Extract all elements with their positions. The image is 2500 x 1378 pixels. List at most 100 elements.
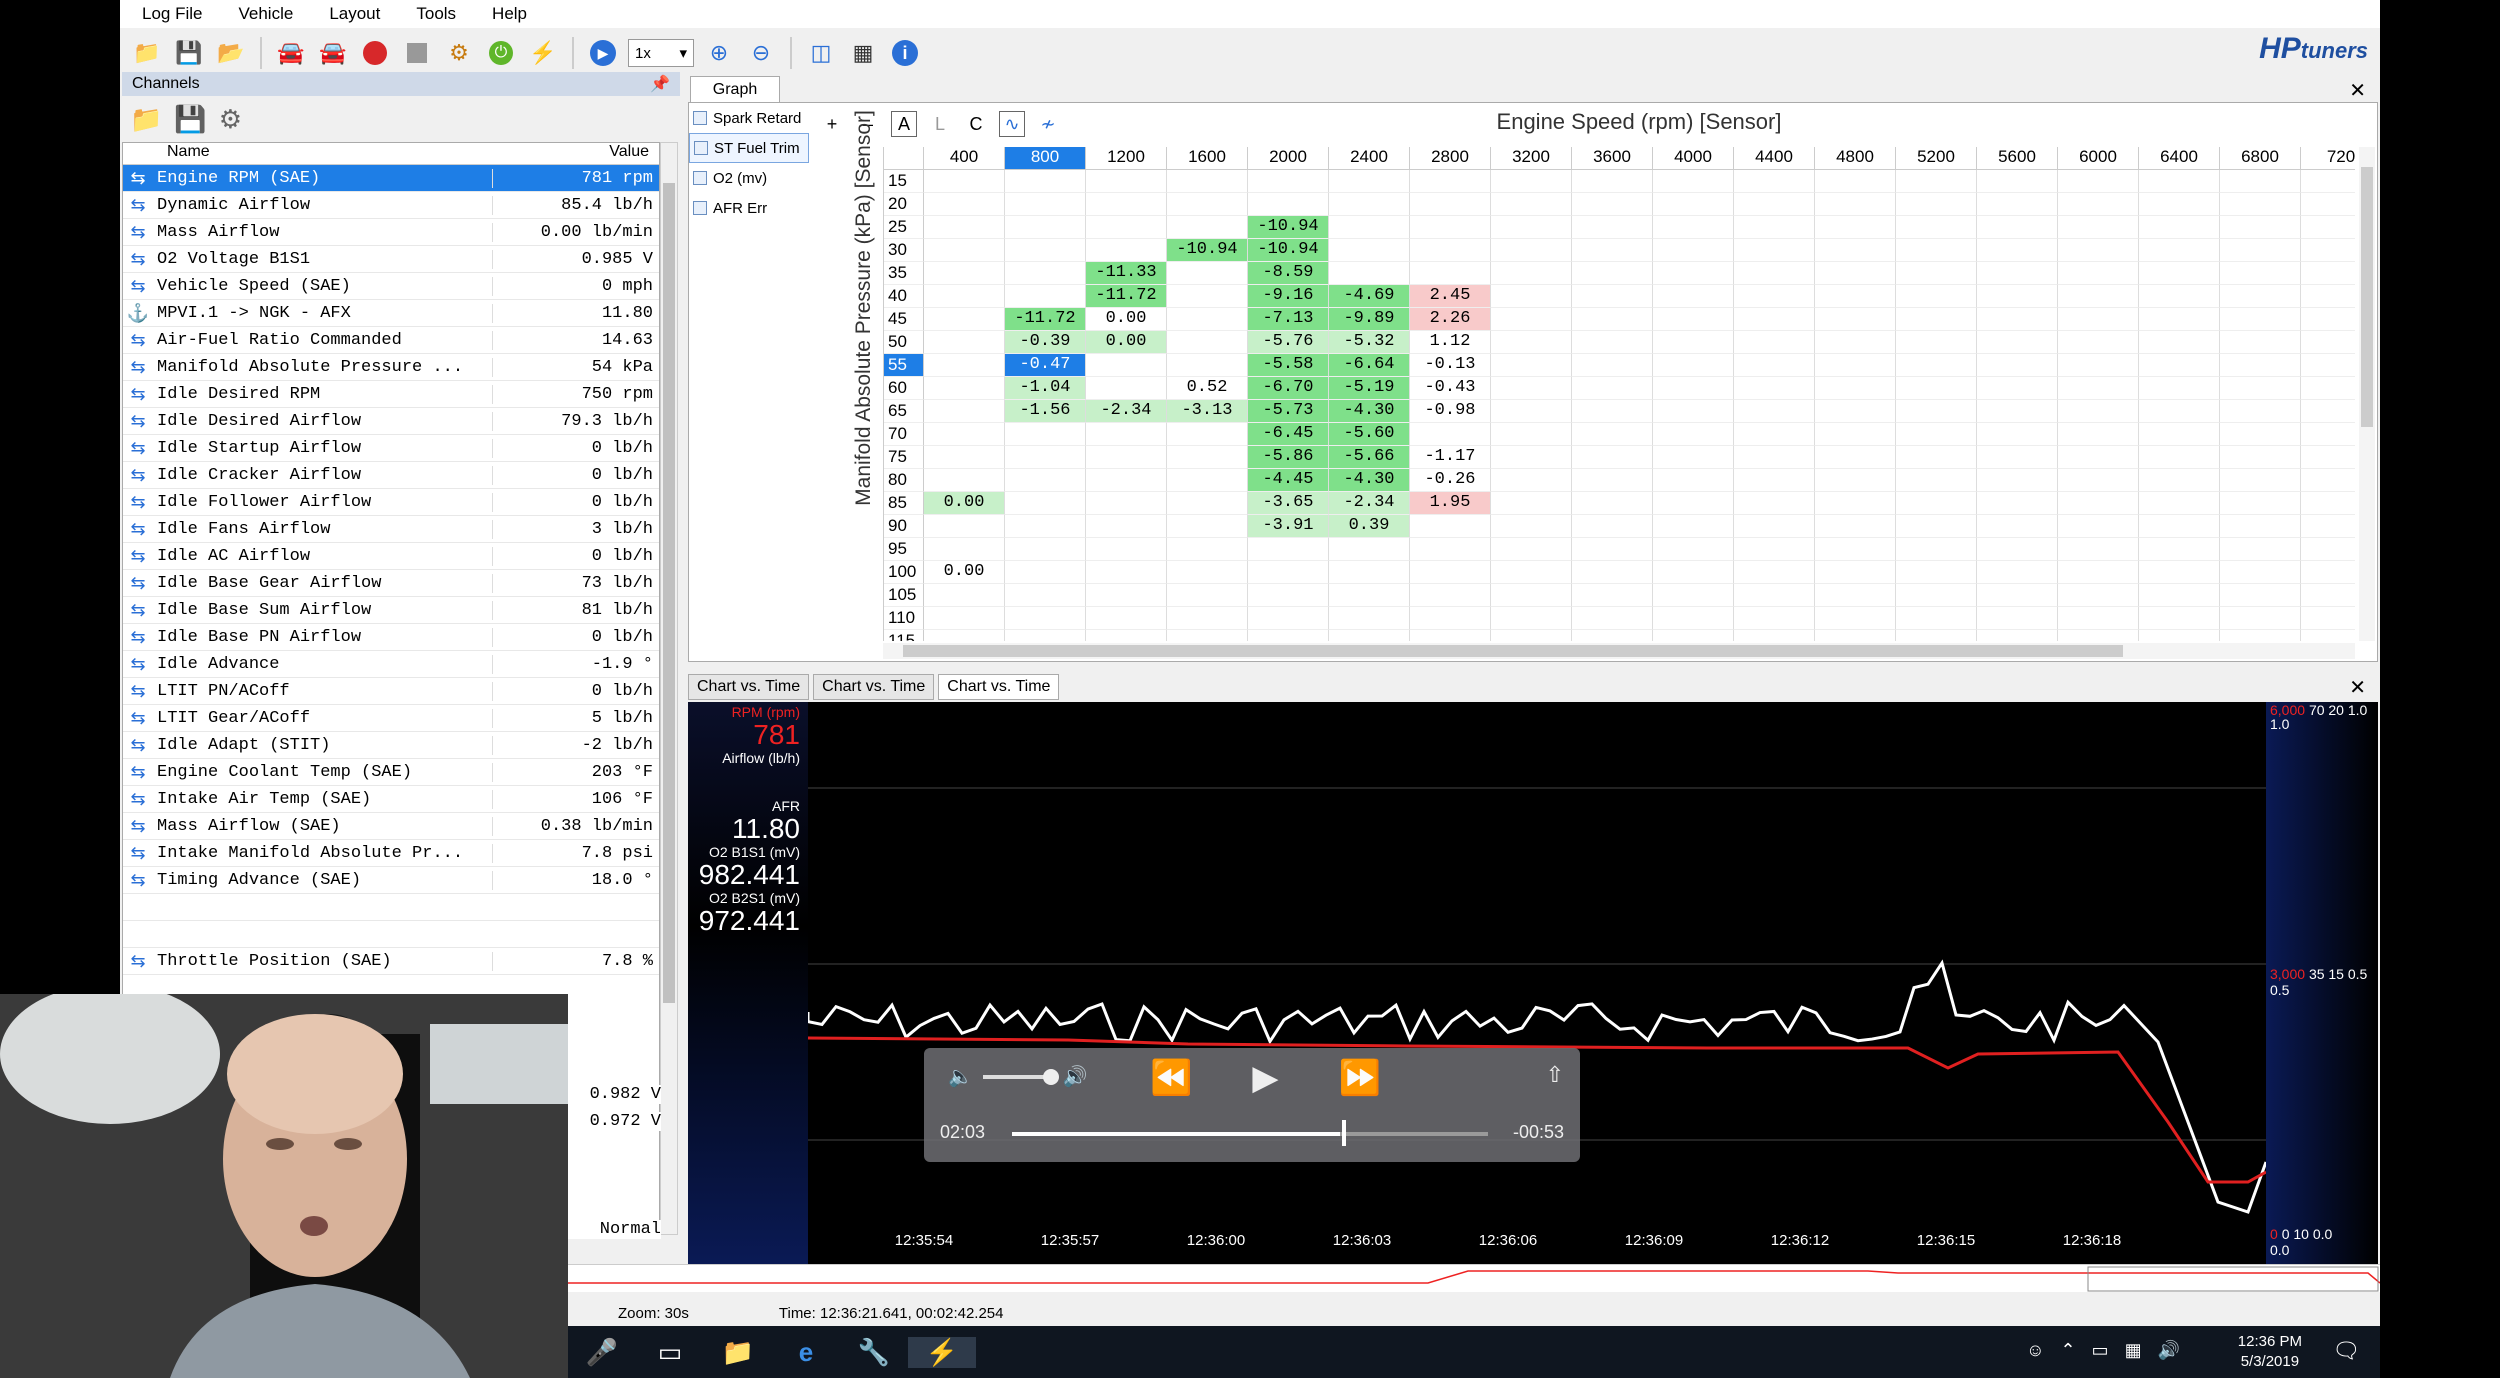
grid-cell[interactable]: -5.66 — [1329, 446, 1410, 469]
grid-cell[interactable] — [1653, 354, 1734, 377]
grid-cell[interactable] — [1491, 216, 1572, 239]
grid-cell[interactable] — [2301, 285, 2355, 308]
grid-cell[interactable] — [1653, 630, 1734, 641]
grid-cell[interactable] — [1410, 561, 1491, 584]
grid-cell[interactable] — [1329, 216, 1410, 239]
grid-cell[interactable] — [1815, 262, 1896, 285]
grid-row-label[interactable]: 40 — [884, 285, 924, 308]
grid-cell[interactable] — [2301, 538, 2355, 561]
grid-cell[interactable] — [924, 446, 1005, 469]
channel-row[interactable]: ⇆ Idle Base Gear Airflow 73 lb/h — [123, 570, 659, 597]
grid-column-label[interactable]: 5600 — [1977, 147, 2058, 169]
grid-cell[interactable] — [1491, 285, 1572, 308]
volume-icon[interactable]: 🔊 — [2158, 1340, 2180, 1361]
grid-cell[interactable] — [2139, 193, 2220, 216]
grid-cell[interactable] — [1005, 492, 1086, 515]
grid-cell[interactable] — [924, 308, 1005, 331]
channel-row[interactable]: ⇆ Idle Advance -1.9 ° — [123, 651, 659, 678]
grid-cell[interactable] — [1572, 193, 1653, 216]
grid-cell[interactable] — [1815, 492, 1896, 515]
grid-column-label[interactable]: 800 — [1005, 147, 1086, 169]
channel-row[interactable]: ⇆ Mass Airflow 0.00 lb/min — [123, 219, 659, 246]
channel-row[interactable]: ⇆ Timing Advance (SAE) 18.0 ° — [123, 867, 659, 894]
grid-cell[interactable] — [1005, 538, 1086, 561]
grid-cell[interactable]: -3.65 — [1248, 492, 1329, 515]
grid-cell[interactable] — [924, 607, 1005, 630]
grid-cell[interactable]: -5.76 — [1248, 331, 1329, 354]
grid-cell[interactable] — [2220, 193, 2301, 216]
channel-row[interactable]: ⇆ Air-Fuel Ratio Commanded 14.63 — [123, 327, 659, 354]
grid-cell[interactable] — [1572, 446, 1653, 469]
grid-cell[interactable] — [1815, 630, 1896, 641]
grid-cell[interactable] — [1815, 515, 1896, 538]
grid-column-label[interactable]: 2000 — [1248, 147, 1329, 169]
grid-cell[interactable]: -11.72 — [1086, 285, 1167, 308]
grid-cell[interactable]: -0.47 — [1005, 354, 1086, 377]
grid-cell[interactable] — [2058, 239, 2139, 262]
grid-cell[interactable] — [1086, 193, 1167, 216]
grid-cell[interactable] — [1086, 354, 1167, 377]
channel-row[interactable]: ⇆ LTIT Gear/ACoff 5 lb/h — [123, 705, 659, 732]
grid-cell[interactable] — [2301, 400, 2355, 423]
grid-cell[interactable] — [1653, 561, 1734, 584]
grid-cell[interactable] — [2220, 561, 2301, 584]
grid-cell[interactable] — [1977, 285, 2058, 308]
volume-knob[interactable] — [1042, 1068, 1059, 1085]
grid-cell[interactable]: 0.52 — [1167, 377, 1248, 400]
channel-row[interactable]: ⇆ Idle Cracker Airflow 0 lb/h — [123, 462, 659, 489]
grid-cell[interactable] — [1491, 262, 1572, 285]
grid-cell[interactable] — [1005, 446, 1086, 469]
grid-cell[interactable] — [1086, 561, 1167, 584]
vehicle-disconnected-icon[interactable]: 🚘 — [274, 36, 308, 70]
grid-cell[interactable] — [2220, 469, 2301, 492]
grid-cell[interactable] — [1167, 469, 1248, 492]
grid-cell[interactable] — [1410, 239, 1491, 262]
grid-cell[interactable] — [2301, 216, 2355, 239]
grid-cell[interactable] — [1653, 469, 1734, 492]
grid-cell[interactable] — [2220, 216, 2301, 239]
grid-cell[interactable]: -3.91 — [1248, 515, 1329, 538]
grid-row-label[interactable]: 50 — [884, 331, 924, 354]
grid-cell[interactable] — [2058, 285, 2139, 308]
grid-cell[interactable] — [1410, 630, 1491, 641]
grid-cell[interactable] — [2220, 239, 2301, 262]
grid-cell[interactable] — [1653, 584, 1734, 607]
grid-cell[interactable] — [2139, 377, 2220, 400]
grid-cell[interactable] — [2139, 262, 2220, 285]
channel-row[interactable]: ⇆ Engine RPM (SAE) 781 rpm — [123, 165, 659, 192]
grid-cell[interactable] — [1977, 538, 2058, 561]
grid-cell[interactable] — [1491, 354, 1572, 377]
grid-cell[interactable] — [1086, 538, 1167, 561]
grid-cell[interactable] — [924, 285, 1005, 308]
grid-cell[interactable] — [2139, 584, 2220, 607]
mode-a-button[interactable]: A — [891, 111, 917, 137]
grid-cell[interactable] — [1167, 492, 1248, 515]
grid-cell[interactable] — [2139, 538, 2220, 561]
grid-cell[interactable]: -2.34 — [1086, 400, 1167, 423]
grid-cell[interactable] — [1491, 561, 1572, 584]
grid-cell[interactable] — [1167, 538, 1248, 561]
grid-cell[interactable] — [1896, 538, 1977, 561]
grid-cell[interactable] — [1572, 354, 1653, 377]
grid-cell[interactable] — [1896, 584, 1977, 607]
channel-row[interactable]: ⇆ Idle Startup Airflow 0 lb/h — [123, 435, 659, 462]
grid-cell[interactable] — [2139, 469, 2220, 492]
grid-cell[interactable] — [1572, 584, 1653, 607]
grid-row-label[interactable]: 115 — [884, 630, 924, 641]
grid-cell[interactable] — [1896, 308, 1977, 331]
grid-cell[interactable] — [2058, 538, 2139, 561]
grid-row-label[interactable]: 85 — [884, 492, 924, 515]
grid-column-label[interactable]: 6000 — [2058, 147, 2139, 169]
grid-cell[interactable]: 0.00 — [1086, 331, 1167, 354]
grid-cell[interactable] — [1329, 193, 1410, 216]
play-icon[interactable]: ▶ — [586, 36, 620, 70]
grid-cell[interactable]: 0.00 — [1086, 308, 1167, 331]
chart-plot-area[interactable]: 12:35:54 12:35:57 12:36:00 12:36:03 12:36:06… — [806, 702, 2268, 1264]
grid-cell[interactable] — [924, 515, 1005, 538]
table-afr-err[interactable]: AFR Err — [689, 193, 809, 223]
grid-cell[interactable]: -5.19 — [1329, 377, 1410, 400]
grid-cell[interactable] — [924, 377, 1005, 400]
grid-cell[interactable] — [2220, 538, 2301, 561]
grid-cell[interactable] — [1167, 423, 1248, 446]
grid-cell[interactable] — [1734, 538, 1815, 561]
